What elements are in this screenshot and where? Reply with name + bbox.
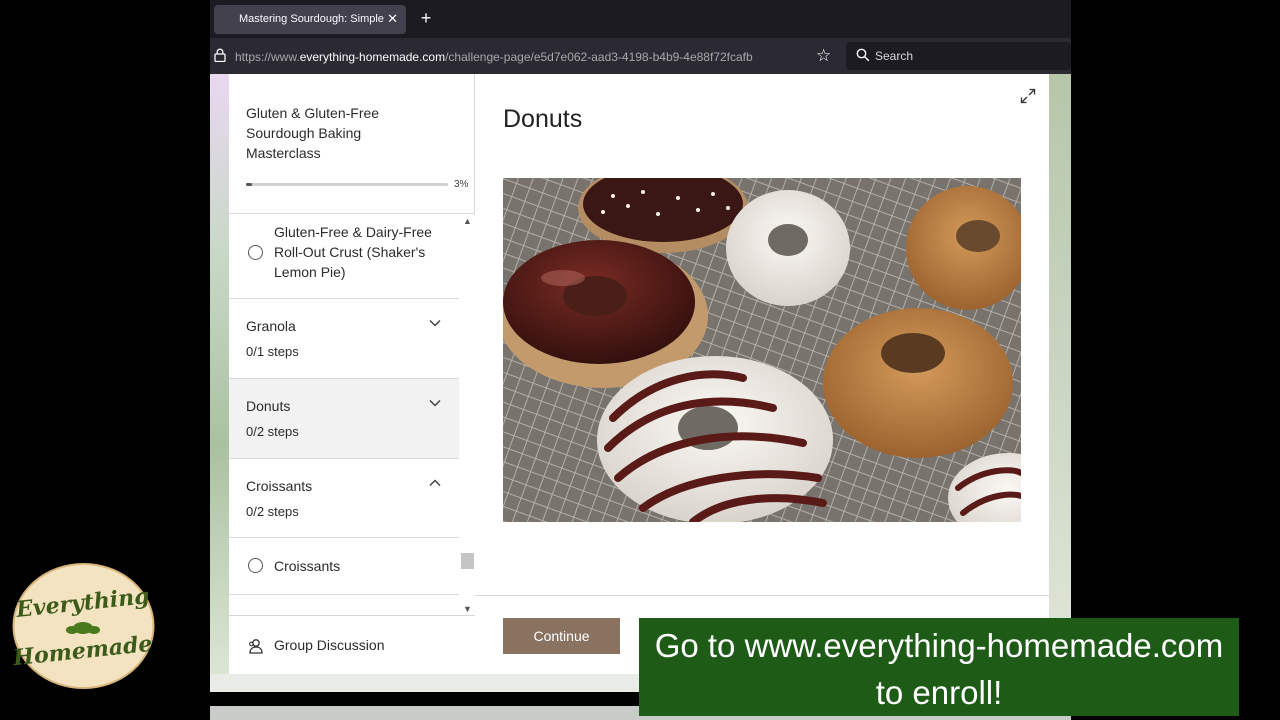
browser-toolbar: https://www.everything-homemade.com/chal… [210, 38, 1071, 74]
enroll-banner: Go to www.everything-homemade.com to enr… [639, 618, 1239, 716]
new-tab-button[interactable]: + [416, 7, 436, 29]
continue-button[interactable]: Continue [503, 618, 620, 654]
step-radio[interactable] [248, 558, 263, 573]
section-croissants[interactable]: Croissants 0/2 steps [229, 459, 459, 538]
list-item-step[interactable]: Croissants [229, 538, 459, 595]
bookmark-star-icon[interactable]: ☆ [816, 46, 831, 66]
course-progress-fill [246, 183, 253, 186]
group-discussion-label: Group Discussion [274, 637, 385, 653]
search-icon [856, 48, 870, 62]
course-progress-label: 3% [454, 179, 469, 190]
section-donuts[interactable]: Donuts 0/2 steps [229, 379, 459, 459]
course-sidebar: Gluten & Gluten-Free Sourdough Baking Ma… [229, 74, 475, 674]
donuts-photo [503, 178, 1021, 522]
section-title: Croissants [246, 478, 313, 494]
background-strip-left [210, 74, 229, 692]
banner-text-line2: to enroll! [875, 674, 1003, 711]
scroll-up-icon[interactable]: ▲ [463, 216, 472, 226]
address-bar[interactable]: https://www.everything-homemade.com/chal… [235, 50, 753, 64]
chevron-up-icon[interactable] [429, 479, 441, 487]
expand-icon[interactable] [1020, 88, 1036, 104]
lesson-list[interactable]: Gluten-Free & Dairy-Free Roll-Out Crust … [229, 213, 475, 615]
browser-tab-bar: Mastering Sourdough: Simple 2 ✕ + [210, 0, 1071, 38]
tab-title: Mastering Sourdough: Simple 2 [239, 13, 384, 25]
section-title: Donuts [246, 398, 291, 414]
course-progress-bar [246, 183, 448, 186]
people-icon [249, 639, 263, 654]
sidebar-scrollbar[interactable]: ▲ ▼ [459, 214, 475, 615]
section-title: Granola [246, 318, 296, 334]
browser-tab[interactable]: Mastering Sourdough: Simple 2 ✕ [214, 5, 406, 34]
step-label: Croissants [274, 558, 341, 574]
section-steps-count: 0/2 steps [246, 424, 299, 439]
banner-text-line1: Go to www.everything-homemade.com [654, 627, 1224, 664]
scroll-down-icon[interactable]: ▼ [463, 604, 472, 614]
chevron-down-icon[interactable] [429, 319, 441, 327]
web-page: Gluten & Gluten-Free Sourdough Baking Ma… [210, 74, 1071, 692]
url-host: everything-homemade.com [299, 50, 446, 64]
list-item-step[interactable]: Gluten-Free & Dairy-Free Roll-Out Crust … [229, 214, 459, 299]
scroll-thumb[interactable] [461, 553, 474, 569]
lock-icon[interactable] [214, 48, 226, 62]
step-radio[interactable] [248, 245, 263, 260]
close-tab-icon[interactable]: ✕ [387, 10, 398, 28]
section-granola[interactable]: Granola 0/1 steps [229, 299, 459, 379]
lesson-image [503, 178, 1021, 522]
section-steps-count: 0/1 steps [246, 344, 299, 359]
url-path: /challenge-page/e5d7e062-aad3-4198-b4b9-… [445, 50, 753, 64]
step-label: Gluten-Free & Dairy-Free Roll-Out Crust … [274, 224, 432, 280]
chevron-down-icon[interactable] [429, 399, 441, 407]
course-title: Gluten & Gluten-Free Sourdough Baking Ma… [246, 105, 380, 161]
video-frame: Mastering Sourdough: Simple 2 ✕ + https:… [0, 0, 1280, 720]
background-strip-right [1049, 74, 1071, 692]
section-steps-count: 0/2 steps [246, 504, 299, 519]
search-box[interactable]: Search [846, 42, 1071, 70]
group-discussion-link[interactable]: Group Discussion [229, 615, 475, 674]
lesson-title: Donuts [503, 105, 583, 133]
lesson-content: Donuts Continue [475, 74, 1049, 674]
everything-homemade-logo: Everything Homemade [12, 563, 155, 689]
search-placeholder: Search [875, 49, 914, 63]
url-prefix: https://www. [235, 50, 300, 64]
